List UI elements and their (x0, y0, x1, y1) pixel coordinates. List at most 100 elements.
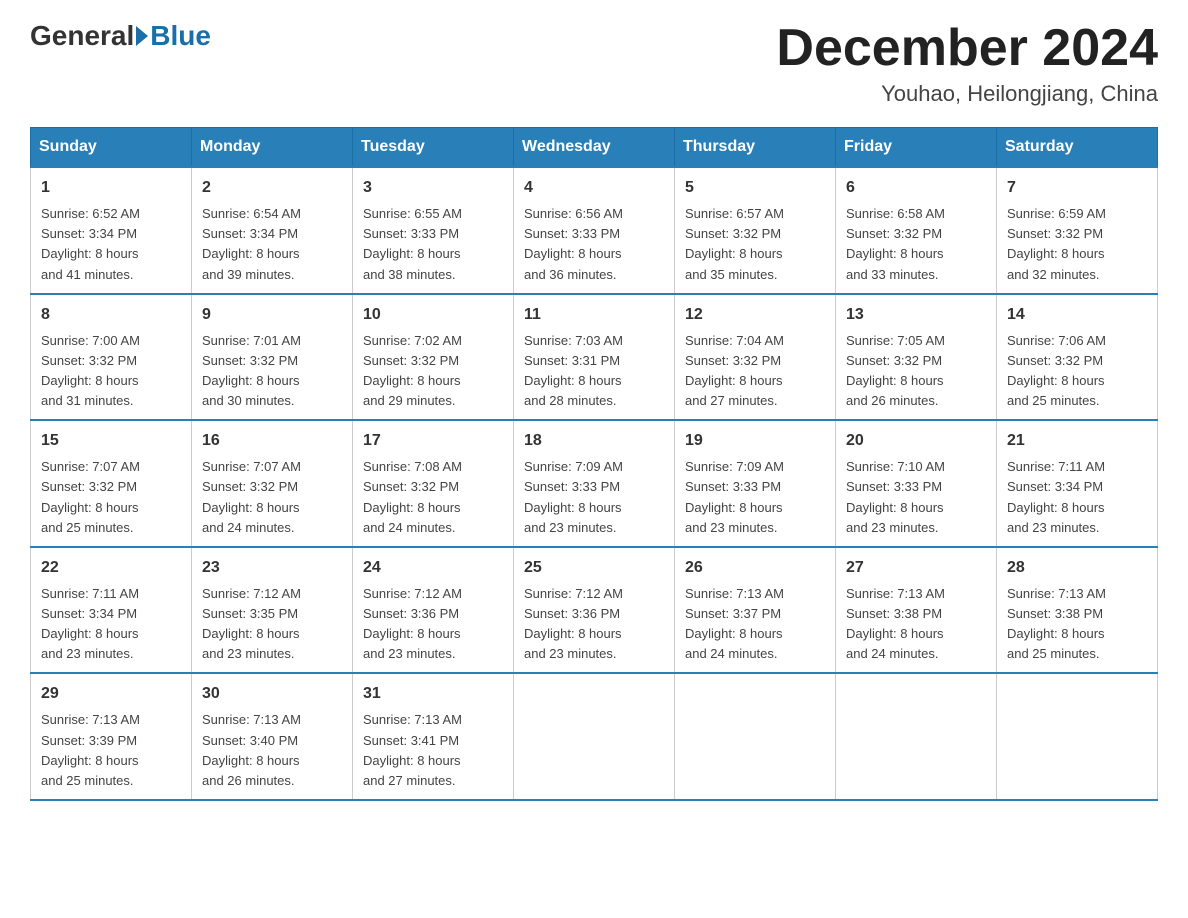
table-row: 11 Sunrise: 7:03 AMSunset: 3:31 PMDaylig… (514, 294, 675, 421)
day-info: Sunrise: 7:11 AMSunset: 3:34 PMDaylight:… (41, 586, 139, 661)
table-row: 15 Sunrise: 7:07 AMSunset: 3:32 PMDaylig… (31, 420, 192, 547)
day-number: 23 (202, 556, 342, 580)
table-row: 24 Sunrise: 7:12 AMSunset: 3:36 PMDaylig… (353, 547, 514, 674)
day-info: Sunrise: 7:06 AMSunset: 3:32 PMDaylight:… (1007, 333, 1106, 408)
day-number: 29 (41, 682, 181, 706)
day-info: Sunrise: 7:13 AMSunset: 3:39 PMDaylight:… (41, 712, 140, 787)
table-row: 13 Sunrise: 7:05 AMSunset: 3:32 PMDaylig… (836, 294, 997, 421)
day-number: 30 (202, 682, 342, 706)
day-number: 11 (524, 303, 664, 327)
day-number: 6 (846, 176, 986, 200)
logo-general-text: General (30, 20, 134, 52)
day-info: Sunrise: 7:13 AMSunset: 3:38 PMDaylight:… (846, 586, 945, 661)
day-number: 20 (846, 429, 986, 453)
day-info: Sunrise: 7:04 AMSunset: 3:32 PMDaylight:… (685, 333, 784, 408)
day-info: Sunrise: 7:09 AMSunset: 3:33 PMDaylight:… (524, 459, 623, 534)
table-row: 7 Sunrise: 6:59 AMSunset: 3:32 PMDayligh… (997, 167, 1158, 294)
col-wednesday: Wednesday (514, 128, 675, 168)
table-row: 22 Sunrise: 7:11 AMSunset: 3:34 PMDaylig… (31, 547, 192, 674)
day-number: 3 (363, 176, 503, 200)
day-info: Sunrise: 7:09 AMSunset: 3:33 PMDaylight:… (685, 459, 784, 534)
day-info: Sunrise: 7:00 AMSunset: 3:32 PMDaylight:… (41, 333, 140, 408)
title-section: December 2024 Youhao, Heilongjiang, Chin… (776, 20, 1158, 107)
day-number: 12 (685, 303, 825, 327)
table-row: 31 Sunrise: 7:13 AMSunset: 3:41 PMDaylig… (353, 673, 514, 800)
col-friday: Friday (836, 128, 997, 168)
table-row: 16 Sunrise: 7:07 AMSunset: 3:32 PMDaylig… (192, 420, 353, 547)
table-row: 10 Sunrise: 7:02 AMSunset: 3:32 PMDaylig… (353, 294, 514, 421)
day-number: 26 (685, 556, 825, 580)
day-number: 9 (202, 303, 342, 327)
day-number: 16 (202, 429, 342, 453)
day-info: Sunrise: 7:07 AMSunset: 3:32 PMDaylight:… (202, 459, 301, 534)
day-info: Sunrise: 7:03 AMSunset: 3:31 PMDaylight:… (524, 333, 623, 408)
table-row: 23 Sunrise: 7:12 AMSunset: 3:35 PMDaylig… (192, 547, 353, 674)
table-row: 17 Sunrise: 7:08 AMSunset: 3:32 PMDaylig… (353, 420, 514, 547)
week-row-3: 15 Sunrise: 7:07 AMSunset: 3:32 PMDaylig… (31, 420, 1158, 547)
day-number: 13 (846, 303, 986, 327)
day-info: Sunrise: 7:10 AMSunset: 3:33 PMDaylight:… (846, 459, 945, 534)
day-info: Sunrise: 7:13 AMSunset: 3:37 PMDaylight:… (685, 586, 784, 661)
day-info: Sunrise: 6:56 AMSunset: 3:33 PMDaylight:… (524, 206, 623, 281)
day-number: 14 (1007, 303, 1147, 327)
day-number: 19 (685, 429, 825, 453)
col-tuesday: Tuesday (353, 128, 514, 168)
day-number: 4 (524, 176, 664, 200)
logo-arrow-icon (136, 26, 148, 46)
day-number: 28 (1007, 556, 1147, 580)
table-row: 8 Sunrise: 7:00 AMSunset: 3:32 PMDayligh… (31, 294, 192, 421)
table-row: 18 Sunrise: 7:09 AMSunset: 3:33 PMDaylig… (514, 420, 675, 547)
table-row: 14 Sunrise: 7:06 AMSunset: 3:32 PMDaylig… (997, 294, 1158, 421)
day-number: 8 (41, 303, 181, 327)
day-info: Sunrise: 7:11 AMSunset: 3:34 PMDaylight:… (1007, 459, 1105, 534)
calendar-table: Sunday Monday Tuesday Wednesday Thursday… (30, 127, 1158, 801)
day-number: 21 (1007, 429, 1147, 453)
table-row: 1 Sunrise: 6:52 AMSunset: 3:34 PMDayligh… (31, 167, 192, 294)
day-info: Sunrise: 6:57 AMSunset: 3:32 PMDaylight:… (685, 206, 784, 281)
week-row-2: 8 Sunrise: 7:00 AMSunset: 3:32 PMDayligh… (31, 294, 1158, 421)
table-row: 6 Sunrise: 6:58 AMSunset: 3:32 PMDayligh… (836, 167, 997, 294)
col-saturday: Saturday (997, 128, 1158, 168)
calendar-header-row: Sunday Monday Tuesday Wednesday Thursday… (31, 128, 1158, 168)
location-subtitle: Youhao, Heilongjiang, China (776, 81, 1158, 107)
week-row-5: 29 Sunrise: 7:13 AMSunset: 3:39 PMDaylig… (31, 673, 1158, 800)
day-info: Sunrise: 6:58 AMSunset: 3:32 PMDaylight:… (846, 206, 945, 281)
week-row-4: 22 Sunrise: 7:11 AMSunset: 3:34 PMDaylig… (31, 547, 1158, 674)
day-info: Sunrise: 7:07 AMSunset: 3:32 PMDaylight:… (41, 459, 140, 534)
day-info: Sunrise: 6:59 AMSunset: 3:32 PMDaylight:… (1007, 206, 1106, 281)
day-info: Sunrise: 7:12 AMSunset: 3:35 PMDaylight:… (202, 586, 301, 661)
table-row: 30 Sunrise: 7:13 AMSunset: 3:40 PMDaylig… (192, 673, 353, 800)
day-info: Sunrise: 6:52 AMSunset: 3:34 PMDaylight:… (41, 206, 140, 281)
table-row (675, 673, 836, 800)
col-sunday: Sunday (31, 128, 192, 168)
page-header: General Blue December 2024 Youhao, Heilo… (30, 20, 1158, 107)
table-row: 26 Sunrise: 7:13 AMSunset: 3:37 PMDaylig… (675, 547, 836, 674)
day-info: Sunrise: 7:08 AMSunset: 3:32 PMDaylight:… (363, 459, 462, 534)
table-row: 19 Sunrise: 7:09 AMSunset: 3:33 PMDaylig… (675, 420, 836, 547)
table-row (997, 673, 1158, 800)
day-info: Sunrise: 6:54 AMSunset: 3:34 PMDaylight:… (202, 206, 301, 281)
day-info: Sunrise: 7:02 AMSunset: 3:32 PMDaylight:… (363, 333, 462, 408)
day-info: Sunrise: 7:13 AMSunset: 3:38 PMDaylight:… (1007, 586, 1106, 661)
day-number: 27 (846, 556, 986, 580)
table-row: 28 Sunrise: 7:13 AMSunset: 3:38 PMDaylig… (997, 547, 1158, 674)
table-row: 9 Sunrise: 7:01 AMSunset: 3:32 PMDayligh… (192, 294, 353, 421)
table-row: 27 Sunrise: 7:13 AMSunset: 3:38 PMDaylig… (836, 547, 997, 674)
day-number: 25 (524, 556, 664, 580)
day-number: 1 (41, 176, 181, 200)
table-row: 21 Sunrise: 7:11 AMSunset: 3:34 PMDaylig… (997, 420, 1158, 547)
col-monday: Monday (192, 128, 353, 168)
table-row: 12 Sunrise: 7:04 AMSunset: 3:32 PMDaylig… (675, 294, 836, 421)
day-info: Sunrise: 7:13 AMSunset: 3:40 PMDaylight:… (202, 712, 301, 787)
day-info: Sunrise: 6:55 AMSunset: 3:33 PMDaylight:… (363, 206, 462, 281)
table-row: 2 Sunrise: 6:54 AMSunset: 3:34 PMDayligh… (192, 167, 353, 294)
day-number: 2 (202, 176, 342, 200)
day-info: Sunrise: 7:12 AMSunset: 3:36 PMDaylight:… (524, 586, 623, 661)
table-row (514, 673, 675, 800)
table-row (836, 673, 997, 800)
table-row: 4 Sunrise: 6:56 AMSunset: 3:33 PMDayligh… (514, 167, 675, 294)
day-number: 18 (524, 429, 664, 453)
logo-blue-text: Blue (150, 20, 211, 52)
table-row: 3 Sunrise: 6:55 AMSunset: 3:33 PMDayligh… (353, 167, 514, 294)
day-info: Sunrise: 7:05 AMSunset: 3:32 PMDaylight:… (846, 333, 945, 408)
